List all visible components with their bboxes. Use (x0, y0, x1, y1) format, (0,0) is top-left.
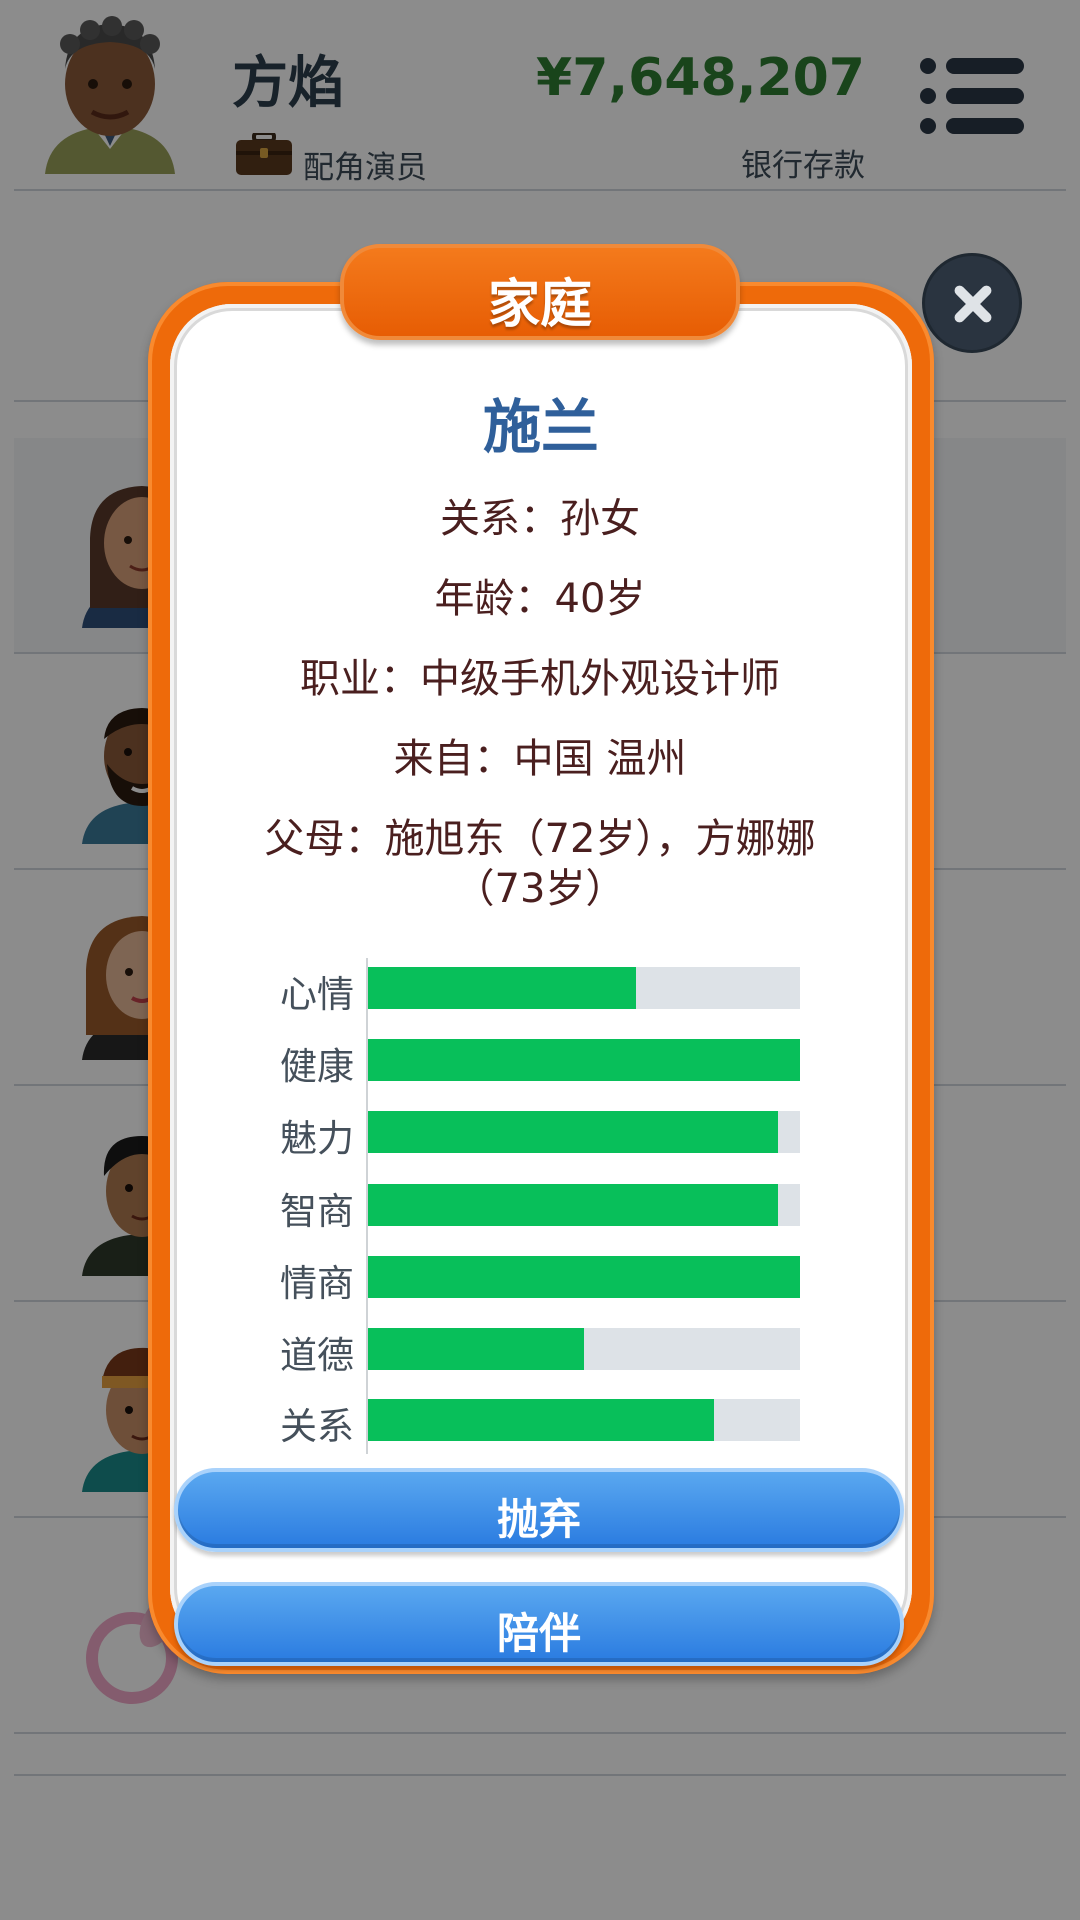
stat-bar (368, 1039, 800, 1081)
stat-bar (368, 1399, 714, 1441)
stat-bar (368, 1328, 584, 1370)
origin-text: 来自：中国 温州 (393, 736, 687, 782)
stat-bar (368, 967, 636, 1009)
stat-label: 智商 (280, 1190, 354, 1233)
stat-track (368, 967, 800, 1009)
stat-track (368, 1039, 800, 1081)
stat-track (368, 1328, 800, 1370)
stat-bar (368, 1111, 779, 1153)
stat-track (368, 1399, 800, 1441)
parents-text-cont: （73岁） (454, 866, 626, 912)
stat-label: 魅力 (280, 1117, 354, 1160)
dialog-title: 家庭 (487, 275, 592, 335)
close-button[interactable] (922, 253, 1022, 353)
stat-label: 心情 (280, 973, 354, 1016)
parents-text: 父母：施旭东（72岁），方娜娜 (264, 816, 816, 862)
abandon-button-label: 抛弃 (496, 1495, 581, 1544)
stat-label: 健康 (280, 1045, 354, 1088)
stat-label: 关系 (280, 1405, 354, 1448)
stat-bar (368, 1256, 800, 1298)
dialog-title-tab: 家庭 (340, 244, 740, 340)
accompany-button-label: 陪伴 (496, 1609, 581, 1658)
accompany-button[interactable]: 陪伴 (174, 1582, 904, 1666)
stat-track (368, 1184, 800, 1226)
member-name: 施兰 (482, 393, 599, 461)
stat-bar (368, 1184, 779, 1226)
abandon-button[interactable]: 抛弃 (174, 1468, 904, 1552)
age-text: 年龄：40岁 (434, 576, 646, 622)
stat-label: 情商 (280, 1262, 354, 1305)
stat-track (368, 1111, 800, 1153)
job-text: 职业：中级手机外观设计师 (300, 656, 780, 702)
relation-text: 关系：孙女 (440, 496, 640, 542)
stat-track (368, 1256, 800, 1298)
stat-label: 道德 (280, 1334, 354, 1377)
